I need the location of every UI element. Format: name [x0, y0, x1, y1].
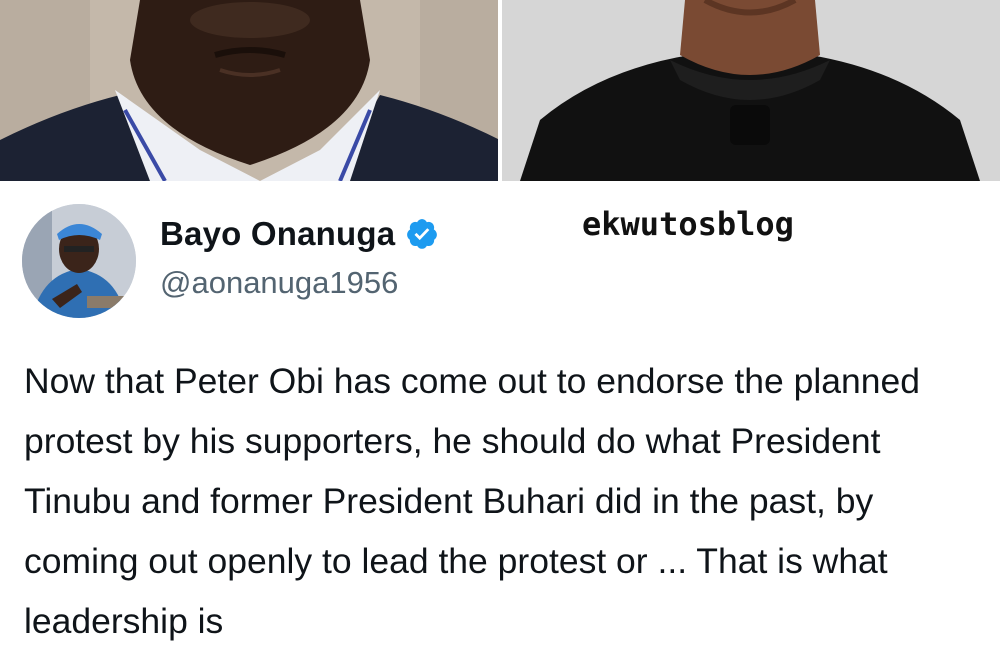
verified-badge-icon [407, 219, 438, 249]
header-photos [0, 0, 1000, 181]
display-name[interactable]: Bayo Onanuga [160, 215, 395, 253]
tweet-body: Now that Peter Obi has come out to endor… [24, 361, 920, 641]
photo-divider [498, 0, 502, 181]
photo-bayo-onanuga [0, 0, 500, 181]
tweet-card: Bayo Onanuga @aonanuga1956 ekwutosblog N… [0, 181, 1000, 641]
avatar[interactable] [22, 204, 136, 318]
user-handle[interactable]: @aonanuga1956 [160, 265, 398, 301]
watermark-text: ekwutosblog [582, 205, 794, 243]
photo-peter-obi [500, 0, 1000, 181]
author-name-row: Bayo Onanuga [160, 215, 439, 253]
